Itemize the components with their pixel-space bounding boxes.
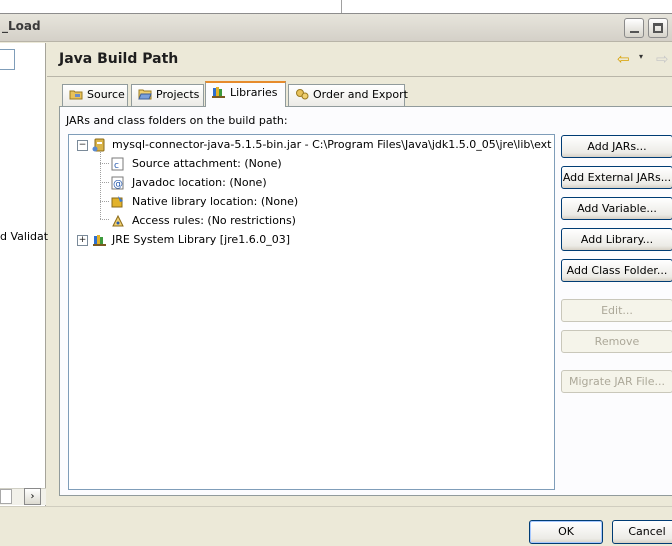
tree-row-label: Javadoc location: (None) (132, 176, 267, 189)
cancel-button[interactable]: Cancel (612, 520, 672, 544)
edit-button[interactable]: Edit... (561, 299, 672, 322)
scroll-right-button[interactable]: › (24, 488, 41, 505)
window-title: _Load (2, 19, 41, 33)
source-attachment-icon: c (111, 157, 124, 171)
tree-row-label: mysql-connector-java-5.1.5-bin.jar - C:\… (112, 138, 552, 151)
build-path-tree[interactable]: − mysql-connector-java-5.1.5-bin.jar - C… (68, 134, 555, 490)
tab-source[interactable]: Source (62, 84, 128, 106)
expand-icon[interactable]: + (77, 235, 88, 246)
maximize-button[interactable] (648, 18, 668, 38)
tree-row-label: Source attachment: (None) (132, 157, 282, 170)
library-books-icon (212, 87, 225, 98)
source-folder-icon (69, 90, 83, 100)
ok-button[interactable]: OK (529, 520, 603, 544)
migrate-jar-file-button[interactable]: Migrate JAR File... (561, 370, 672, 393)
javadoc-icon: @ (111, 176, 124, 190)
history-menu-icon[interactable]: ▾ (639, 52, 643, 61)
add-external-jars-button[interactable]: Add External JARs... (561, 166, 672, 189)
scrollbar-thumb[interactable] (0, 489, 12, 504)
add-jars-button[interactable]: Add JARs... (561, 135, 672, 158)
back-arrow-icon[interactable]: ⇦ (617, 50, 630, 68)
maximize-icon (653, 23, 663, 33)
tab-libraries[interactable]: Libraries (205, 81, 286, 107)
svg-text:c: c (114, 161, 119, 171)
tree-row-label: Access rules: (No restrictions) (132, 214, 296, 227)
tree-row-label: Native library location: (None) (132, 195, 299, 208)
forward-arrow-icon[interactable]: ⇨ (656, 50, 669, 68)
jar-icon (92, 138, 105, 152)
minimize-button[interactable] (624, 18, 644, 38)
minimize-icon (630, 31, 639, 33)
category-item-validation[interactable]: d Validat (0, 230, 48, 243)
build-path-caption: JARs and class folders on the build path… (66, 114, 288, 127)
native-library-icon (111, 196, 123, 208)
filter-input[interactable] (0, 49, 15, 70)
order-export-icon (296, 89, 309, 100)
add-class-folder-button[interactable]: Add Class Folder... (561, 259, 672, 282)
collapse-icon[interactable]: − (77, 140, 88, 151)
tab-order-and-export[interactable]: Order and Export (288, 84, 408, 106)
background-window-strip (0, 0, 672, 13)
remove-button[interactable]: Remove (561, 330, 672, 353)
library-books-icon (93, 235, 106, 246)
header-divider (47, 76, 672, 77)
tab-label: Order and Export (313, 88, 408, 101)
dialog-divider (0, 506, 672, 507)
svg-text:@: @ (113, 179, 123, 190)
properties-category-pane (0, 43, 46, 506)
window-titlebar (0, 13, 672, 42)
strip-divider (341, 0, 342, 13)
add-variable-button[interactable]: Add Variable... (561, 197, 672, 220)
add-library-button[interactable]: Add Library... (561, 228, 672, 251)
tab-label: Source (87, 88, 125, 101)
tab-projects[interactable]: Projects (131, 84, 204, 106)
projects-folder-icon (138, 89, 152, 100)
tab-label: Libraries (230, 86, 278, 99)
tree-row-label: JRE System Library [jre1.6.0_03] (112, 233, 290, 246)
page-title: Java Build Path (59, 51, 179, 67)
tab-label: Projects (156, 88, 200, 101)
access-rules-icon (112, 214, 124, 227)
